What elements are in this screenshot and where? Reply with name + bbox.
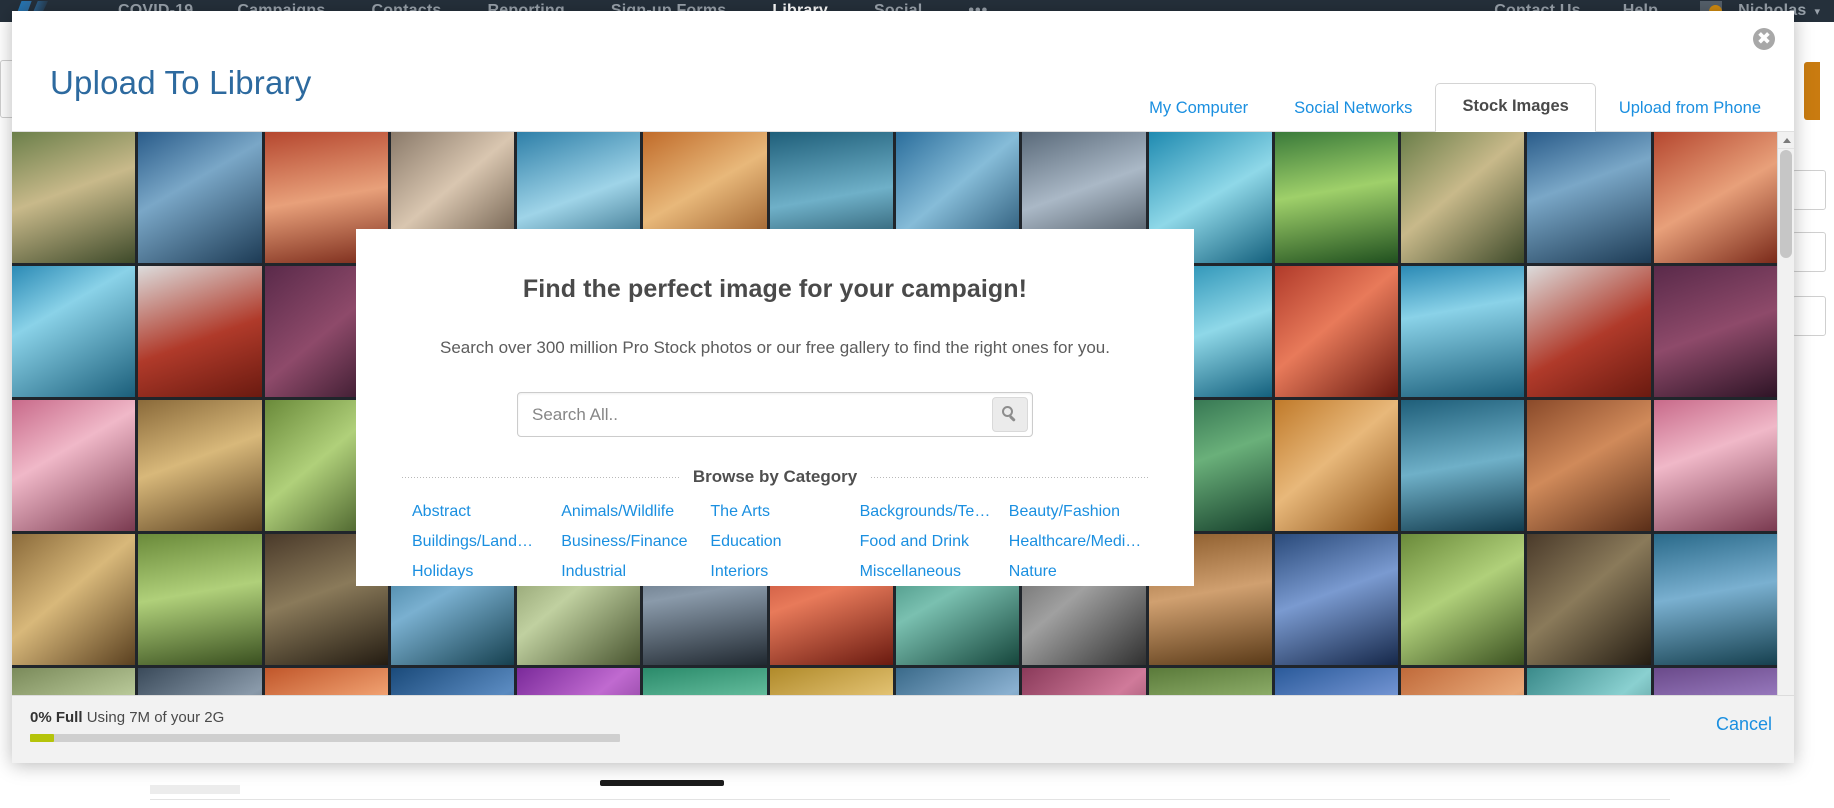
category-link-buildings-landmarks[interactable]: Buildings/Land… xyxy=(412,533,551,551)
stock-photo-tile[interactable] xyxy=(1527,668,1651,695)
chevron-down-icon[interactable]: ▾ xyxy=(1814,5,1820,18)
stock-photo-tile[interactable] xyxy=(1274,400,1399,531)
category-link-nature[interactable]: Nature xyxy=(1009,563,1148,581)
stock-photo-tile[interactable] xyxy=(12,132,136,263)
category-link-food-and-drink[interactable]: Food and Drink xyxy=(860,533,999,551)
category-link-animals-wildlife[interactable]: Animals/Wildlife xyxy=(561,503,700,521)
stock-photo-tile[interactable] xyxy=(12,266,136,397)
modal-body: Find the perfect image for your campaign… xyxy=(12,132,1794,695)
close-icon-glyph: ✖ xyxy=(1756,29,1772,48)
cancel-button[interactable]: Cancel xyxy=(1716,714,1772,735)
stock-photo-tile[interactable] xyxy=(1653,534,1777,665)
stock-photo-tile[interactable] xyxy=(1527,400,1651,531)
stock-photo-tile[interactable] xyxy=(1274,668,1399,695)
search-box[interactable] xyxy=(517,392,1033,437)
storage-progress-bar xyxy=(30,734,620,742)
gallery-scrollbar[interactable] xyxy=(1777,132,1794,695)
search-panel-heading: Find the perfect image for your campaign… xyxy=(522,275,1028,303)
tab-social-networks[interactable]: Social Networks xyxy=(1271,85,1435,132)
storage-progress-fill xyxy=(30,734,54,742)
stock-photo-tile[interactable] xyxy=(643,668,767,695)
scroll-up-arrow-icon[interactable] xyxy=(1778,132,1794,149)
close-icon[interactable]: ✖ xyxy=(1753,28,1775,50)
stock-photo-tile[interactable] xyxy=(1148,668,1272,695)
storage-status: 0% Full Using 7M of your 2G xyxy=(30,709,224,726)
category-link-industrial[interactable]: Industrial xyxy=(561,563,700,581)
stock-photo-tile[interactable] xyxy=(138,400,262,531)
storage-percent: 0% Full xyxy=(30,709,83,726)
browse-by-category-divider: Browse by Category xyxy=(402,467,1149,487)
stock-photo-tile[interactable] xyxy=(1527,266,1651,397)
category-link-interiors[interactable]: Interiors xyxy=(710,563,849,581)
modal-header: ✖ Upload To Library My Computer Social N… xyxy=(12,11,1794,132)
background-divider xyxy=(150,799,1670,800)
stock-photo-tile[interactable] xyxy=(1401,534,1525,665)
tab-stock-images[interactable]: Stock Images xyxy=(1435,83,1596,132)
scrollbar-thumb[interactable] xyxy=(1780,150,1792,258)
stock-photo-tile[interactable] xyxy=(1274,534,1399,665)
category-link-education[interactable]: Education xyxy=(710,533,849,551)
divider-rule-right xyxy=(871,476,1149,478)
category-link-the-arts[interactable]: The Arts xyxy=(710,503,849,521)
category-link-healthcare-medical[interactable]: Healthcare/Medi… xyxy=(1009,533,1148,551)
stock-photo-tile[interactable] xyxy=(1653,400,1777,531)
divider-rule-left xyxy=(402,476,679,478)
stock-photo-tile[interactable] xyxy=(138,266,262,397)
stock-photo-tile[interactable] xyxy=(12,534,136,665)
stock-photo-tile[interactable] xyxy=(138,668,262,695)
stock-photo-tile[interactable] xyxy=(390,668,515,695)
category-link-beauty-fashion[interactable]: Beauty/Fashion xyxy=(1009,503,1148,521)
category-link-backgrounds-textures[interactable]: Backgrounds/Te… xyxy=(860,503,999,521)
stock-photo-tile[interactable] xyxy=(1401,400,1525,531)
search-icon xyxy=(1002,406,1013,417)
stock-photo-tile[interactable] xyxy=(264,668,388,695)
search-input[interactable] xyxy=(518,394,992,435)
background-orange-tab xyxy=(1804,62,1820,120)
category-link-business-finance[interactable]: Business/Finance xyxy=(561,533,700,551)
stock-photo-tile[interactable] xyxy=(1527,132,1651,263)
stock-photo-tile[interactable] xyxy=(12,668,136,695)
background-card-right-1 xyxy=(1792,170,1826,210)
stock-photo-tile[interactable] xyxy=(1401,266,1525,397)
browse-by-category-label: Browse by Category xyxy=(692,467,858,486)
storage-detail: Using 7M of your 2G xyxy=(86,709,225,726)
stock-photo-tile[interactable] xyxy=(517,668,641,695)
stock-photo-tile[interactable] xyxy=(1653,132,1777,263)
stock-photo-tile[interactable] xyxy=(1022,668,1146,695)
stock-photo-tile[interactable] xyxy=(895,668,1020,695)
stock-photo-tile[interactable] xyxy=(138,132,262,263)
background-card-right-3 xyxy=(1792,296,1826,336)
search-row xyxy=(402,392,1148,437)
stock-photo-tile[interactable] xyxy=(1274,266,1399,397)
category-link-abstract[interactable]: Abstract xyxy=(412,503,551,521)
search-panel-subheading: Search over 300 million Pro Stock photos… xyxy=(440,338,1110,357)
stock-photo-tile[interactable] xyxy=(138,534,262,665)
tab-my-computer[interactable]: My Computer xyxy=(1126,85,1271,132)
stock-photo-tile[interactable] xyxy=(1401,668,1525,695)
stock-photo-tile[interactable] xyxy=(1401,132,1525,263)
stock-photo-tile[interactable] xyxy=(769,668,893,695)
upload-to-library-modal: ✖ Upload To Library My Computer Social N… xyxy=(12,11,1794,763)
stock-photo-tile[interactable] xyxy=(1653,668,1777,695)
stock-search-panel: Find the perfect image for your campaign… xyxy=(356,229,1194,586)
modal-footer: 0% Full Using 7M of your 2G Cancel xyxy=(12,695,1794,763)
search-button[interactable] xyxy=(992,397,1028,432)
stock-photo-tile[interactable] xyxy=(1527,534,1651,665)
background-bottom-strip xyxy=(0,766,1834,808)
category-grid: Abstract Animals/Wildlife The Arts Backg… xyxy=(402,503,1148,581)
background-placeholder-text xyxy=(150,785,240,794)
stock-photo-tile[interactable] xyxy=(1653,266,1777,397)
category-link-holidays[interactable]: Holidays xyxy=(412,563,551,581)
stock-photo-tile[interactable] xyxy=(1274,132,1399,263)
category-link-miscellaneous[interactable]: Miscellaneous xyxy=(860,563,999,581)
background-card-right-2 xyxy=(1792,232,1826,272)
background-bottom-bar xyxy=(600,780,724,786)
stock-photo-tile[interactable] xyxy=(12,400,136,531)
modal-tab-bar: My Computer Social Networks Stock Images… xyxy=(1126,79,1784,132)
page-title: Upload To Library xyxy=(50,64,312,101)
tab-upload-from-phone[interactable]: Upload from Phone xyxy=(1596,85,1784,132)
